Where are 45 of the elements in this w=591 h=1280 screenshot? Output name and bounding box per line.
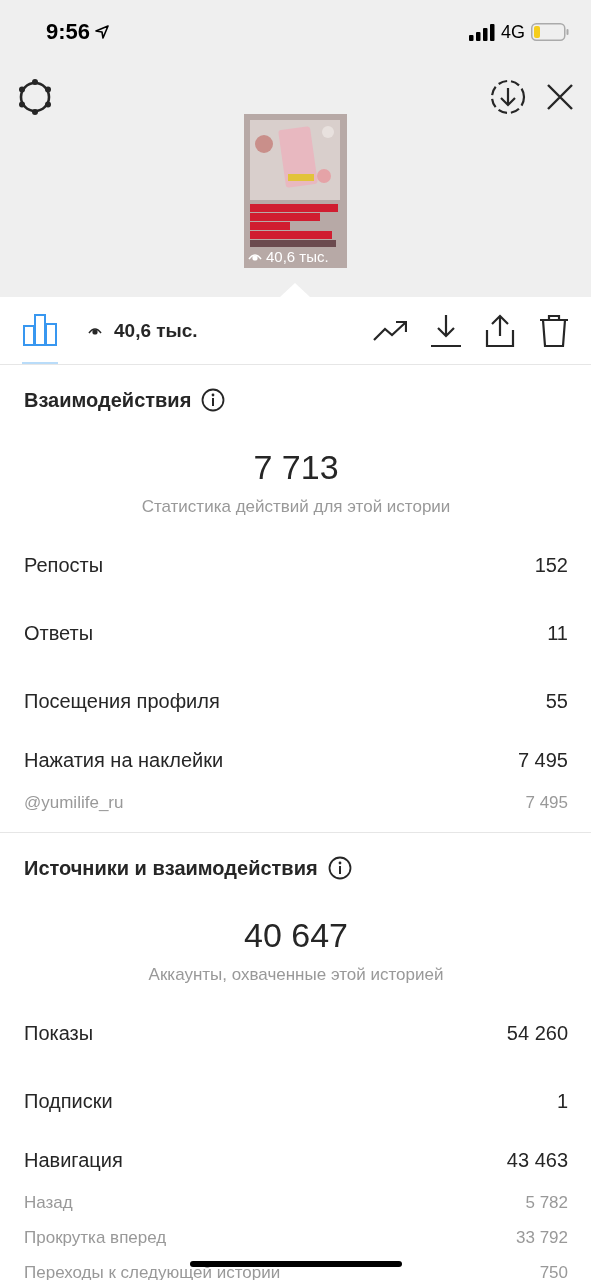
- view-count: 40,6 тыс.: [114, 319, 198, 342]
- close-icon[interactable]: [545, 82, 575, 112]
- total-number: 40 647: [243, 915, 349, 956]
- signal-icon: [469, 23, 495, 41]
- metric-label: Навигация: [24, 1148, 123, 1172]
- metric-label: @yumilife_ru: [24, 792, 124, 813]
- total-number: 7 713: [252, 447, 340, 488]
- metric-value: 43 463: [506, 1148, 568, 1172]
- share-icon[interactable]: [485, 313, 515, 348]
- metric-value: 7 495: [517, 748, 568, 772]
- metric-label: Репосты: [24, 553, 104, 577]
- total-caption: Аккаунты, охваченные этой историей: [147, 964, 445, 986]
- eye-icon: [248, 251, 262, 262]
- battery-icon: [531, 23, 569, 41]
- metric-value: 11: [547, 621, 568, 645]
- metric-value: 1: [556, 1089, 568, 1113]
- metric-value: 750: [539, 1262, 568, 1280]
- status-time: 9:56: [46, 19, 91, 45]
- metric-label: Посещения профиля: [24, 689, 220, 713]
- total-caption: Статистика действий для этой истории: [140, 496, 452, 518]
- metric-label: Прокрутка вперед: [24, 1227, 167, 1248]
- metric-value: 54 260: [506, 1021, 568, 1045]
- metric-value: 7 495: [525, 792, 568, 813]
- metric-label: Ответы: [24, 621, 94, 645]
- eye-icon: [88, 325, 102, 336]
- settings-icon[interactable]: [16, 78, 54, 116]
- section-title: Источники и взаимодействия: [24, 856, 318, 880]
- info-icon[interactable]: [201, 388, 226, 412]
- trash-icon[interactable]: [539, 313, 569, 348]
- metric-value: 152: [534, 553, 568, 577]
- section-title: Взаимодействия: [24, 388, 192, 412]
- network-label: 4G: [501, 21, 525, 43]
- metric-label: Подписки: [24, 1089, 113, 1113]
- download-circle-icon[interactable]: [489, 78, 527, 116]
- trending-icon[interactable]: [373, 319, 407, 342]
- metric-label: Назад: [24, 1192, 73, 1213]
- metric-value: 5 782: [525, 1192, 568, 1213]
- info-icon[interactable]: [327, 856, 352, 880]
- location-arrow-icon: [95, 25, 110, 39]
- metric-value: 55: [545, 689, 568, 713]
- metric-label: Показы: [24, 1021, 94, 1045]
- download-icon[interactable]: [431, 313, 461, 348]
- view-count: 40,6 тыс.: [266, 248, 329, 265]
- metric-label: Нажатия на наклейки: [24, 748, 224, 772]
- metric-value: 33 792: [516, 1227, 568, 1248]
